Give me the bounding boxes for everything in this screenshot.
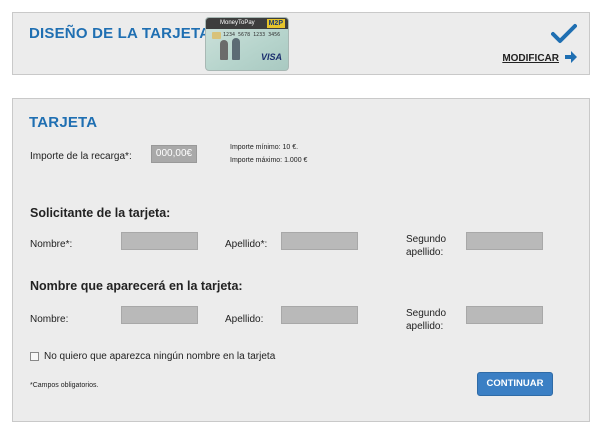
applicant-second-surname-input[interactable] [466, 232, 543, 250]
amount-input[interactable]: 000,00€ [151, 145, 197, 163]
card-second-surname-label: apellido: [406, 321, 444, 332]
required-fields-note: *Campos obligatorios. [30, 382, 99, 389]
card-details-panel: TARJETA Importe de la recarga*: 000,00€ … [12, 98, 590, 422]
card-figure-icon [232, 38, 240, 60]
card-name-label: Nombre: [30, 314, 69, 325]
card-surname-label: Apellido: [225, 314, 264, 325]
card-figure-icon [220, 40, 228, 60]
card-surname-input[interactable] [281, 306, 358, 324]
continue-button[interactable]: CONTINUAR [477, 372, 553, 396]
modify-link[interactable]: MODIFICAR [502, 53, 559, 64]
card-section-title: TARJETA [29, 114, 98, 131]
applicant-name-label: Nombre*: [30, 239, 73, 250]
card-second-surname-label: Segundo [406, 308, 447, 319]
card-network-logo: VISA [260, 52, 282, 62]
checkmark-icon [551, 24, 577, 43]
applicant-name-input[interactable] [121, 232, 198, 250]
no-name-checkbox-label[interactable]: No quiero que aparezca ningún nombre en … [44, 351, 275, 362]
min-amount-note: Importe mínimo: 10 €. [230, 144, 299, 151]
card-preview-image[interactable]: MoneyToPay M2P 1234 5678 1233 3456 VISA [205, 17, 289, 71]
arrow-right-icon[interactable] [564, 50, 578, 64]
applicant-surname-input[interactable] [281, 232, 358, 250]
card-name-heading: Nombre que aparecerá en la tarjeta: [30, 279, 243, 293]
card-name-input[interactable] [121, 306, 198, 324]
max-amount-note: Importe máximo: 1.000 € [230, 157, 308, 164]
card-number: 1234 5678 1233 3456 [223, 32, 281, 38]
card-second-surname-input[interactable] [466, 306, 543, 324]
card-badge: M2P [266, 19, 285, 28]
applicant-surname-label: Apellido*: [225, 239, 268, 250]
card-design-panel: DISEÑO DE LA TARJETA MoneyToPay M2P 1234… [12, 12, 590, 75]
amount-label: Importe de la recarga*: [30, 151, 132, 162]
applicant-heading: Solicitante de la tarjeta: [30, 206, 171, 220]
no-name-checkbox[interactable] [30, 352, 39, 361]
applicant-second-surname-label: Segundo [406, 234, 447, 245]
card-design-title: DISEÑO DE LA TARJETA [29, 25, 211, 42]
applicant-second-surname-label: apellido: [406, 247, 444, 258]
card-chip-icon [212, 32, 221, 39]
